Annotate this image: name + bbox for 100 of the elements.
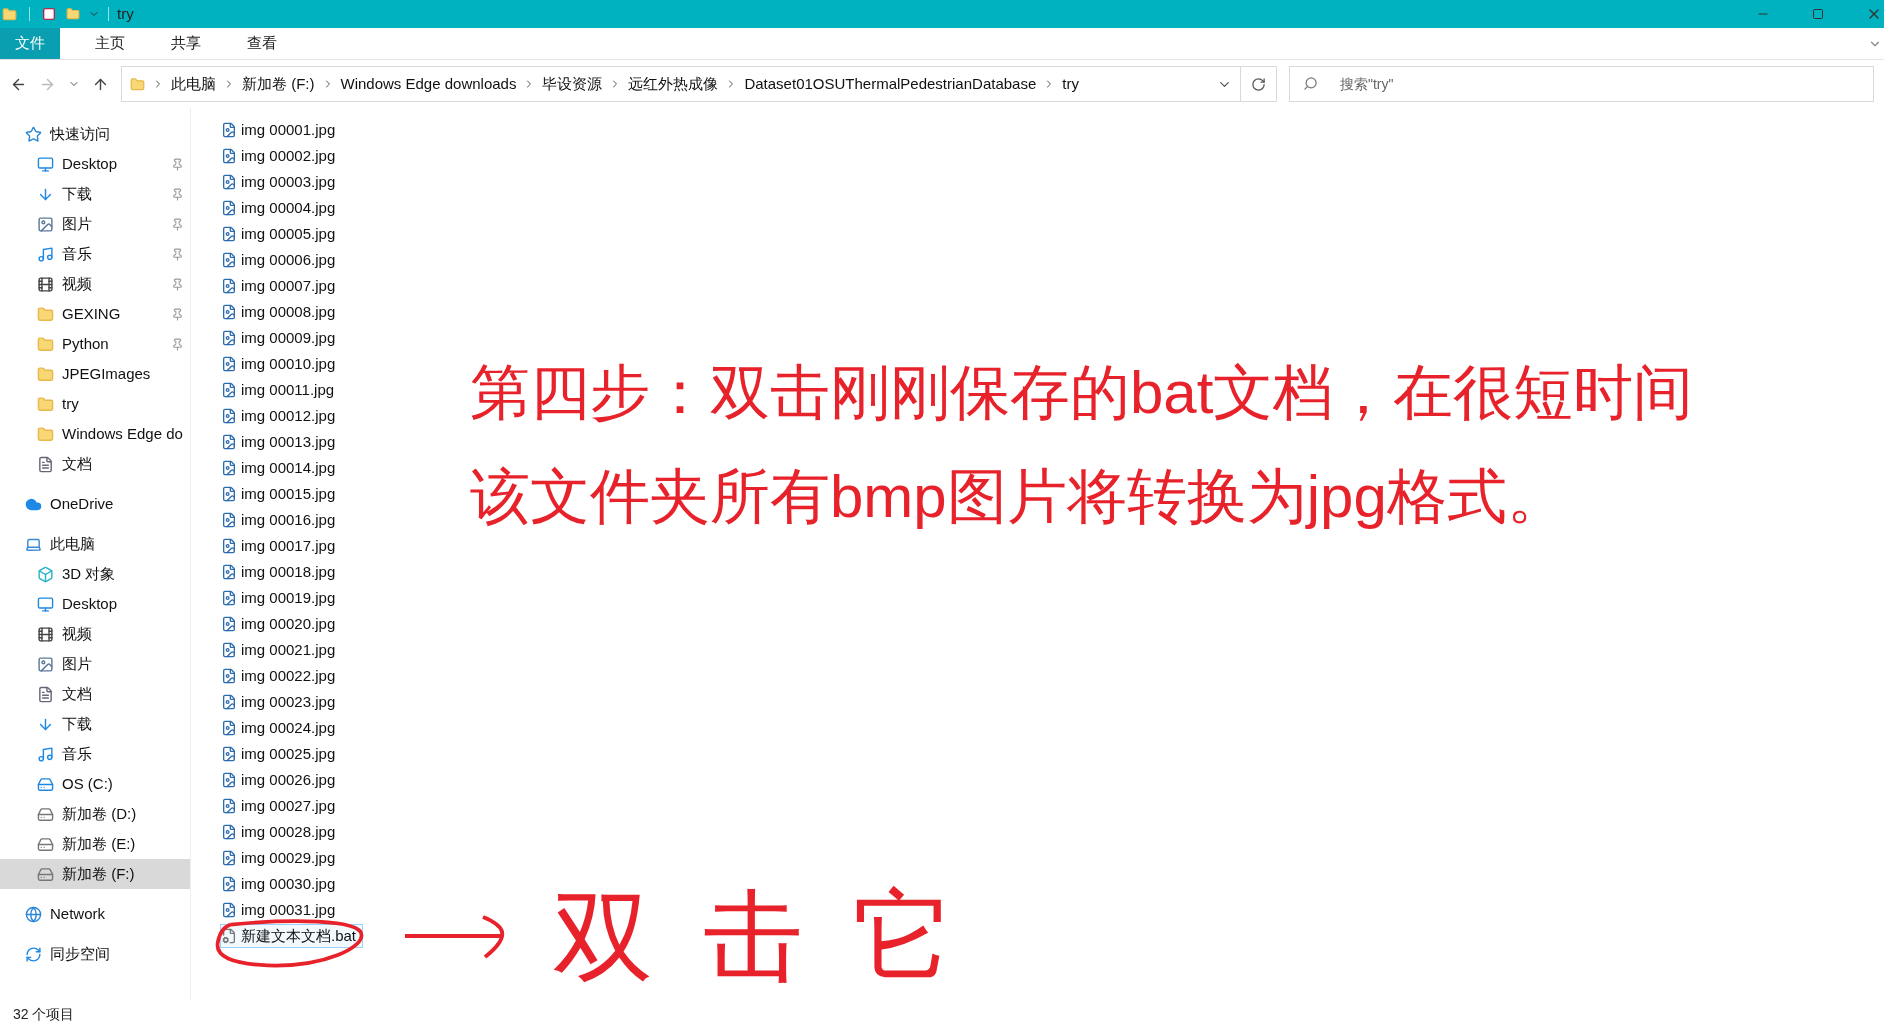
handwritten-note: 双击它 <box>553 886 1004 986</box>
breadcrumb[interactable]: 此电脑 <box>171 72 216 96</box>
nav-item[interactable]: 文档 <box>0 449 190 479</box>
breadcrumb[interactable]: try <box>1062 72 1079 96</box>
nav-item[interactable]: 新加卷 (E:) <box>0 829 190 859</box>
breadcrumb[interactable]: Dataset01OSUThermalPedestrianDatabase <box>744 72 1037 96</box>
music-icon <box>37 245 54 263</box>
file-item[interactable]: img 00020.jpg <box>220 612 343 636</box>
address-bar[interactable]: 此电脑 新加卷 (F:) Windows Edge downloads 毕设资源 远红外热成像 Dataset01OSUThermalPedestrianDatabase try <box>121 66 1241 102</box>
image-icon <box>37 655 54 673</box>
file-item[interactable]: img 00008.jpg <box>220 300 343 324</box>
nav-item[interactable]: 3D 对象 <box>0 559 190 589</box>
image-file-icon <box>221 590 237 606</box>
file-item[interactable]: img 00017.jpg <box>220 534 343 558</box>
breadcrumb[interactable]: 远红外热成像 <box>628 72 719 96</box>
breadcrumb[interactable]: 毕设资源 <box>542 72 603 96</box>
pin-icon[interactable] <box>171 277 184 291</box>
nav-item[interactable]: GEXING <box>0 299 190 329</box>
checkbox-icon[interactable] <box>42 7 56 21</box>
folder-icon[interactable] <box>66 7 80 21</box>
file-item[interactable]: img 00019.jpg <box>220 586 343 610</box>
file-item[interactable]: img 00003.jpg <box>220 170 343 194</box>
folder-icon <box>37 335 54 353</box>
image-file-icon <box>221 330 237 346</box>
annotation-text: 该文件夹所有bmp图片将转换为jpg格式。 <box>470 462 1568 532</box>
breadcrumb[interactable]: 新加卷 (F:) <box>242 72 315 96</box>
file-item[interactable]: img 00013.jpg <box>220 430 343 454</box>
file-item[interactable]: img 00014.jpg <box>220 456 343 480</box>
file-item[interactable]: img 00011.jpg <box>220 378 342 402</box>
nav-item[interactable]: try <box>0 389 190 419</box>
ribbon-tab[interactable]: 查看 <box>232 28 292 59</box>
file-item[interactable]: img 00016.jpg <box>220 508 343 532</box>
image-file-icon <box>221 824 237 840</box>
nav-item[interactable]: 快速访问 <box>0 119 190 149</box>
nav-item[interactable]: Python <box>0 329 190 359</box>
file-item[interactable]: 新建文本文档.bat <box>220 924 364 948</box>
nav-item[interactable]: Desktop <box>0 149 190 179</box>
nav-item[interactable]: JPEGImages <box>0 359 190 389</box>
item-count: 32 个项目 <box>13 1004 75 1024</box>
file-item[interactable]: img 00007.jpg <box>220 274 343 298</box>
file-item[interactable]: img 00031.jpg <box>220 898 343 922</box>
document-icon <box>37 685 54 703</box>
nav-item[interactable]: 视频 <box>0 619 190 649</box>
file-item[interactable]: img 00028.jpg <box>220 820 343 844</box>
drive-icon <box>37 865 54 883</box>
pin-icon[interactable] <box>171 217 184 231</box>
nav-item[interactable]: 新加卷 (D:) <box>0 799 190 829</box>
nav-item[interactable]: 此电脑 <box>0 529 190 559</box>
image-file-icon <box>221 252 237 268</box>
file-item[interactable]: img 00029.jpg <box>220 846 343 870</box>
file-item[interactable]: img 00024.jpg <box>220 716 343 740</box>
file-item[interactable]: img 00009.jpg <box>220 326 343 350</box>
file-item[interactable]: img 00023.jpg <box>220 690 343 714</box>
file-item[interactable]: img 00018.jpg <box>220 560 343 584</box>
pin-icon[interactable] <box>171 247 184 261</box>
ribbon-tab[interactable]: 主页 <box>80 28 140 59</box>
nav-item[interactable]: 音乐 <box>0 739 190 769</box>
image-file-icon <box>221 148 237 164</box>
image-file-icon <box>221 174 237 190</box>
file-item[interactable]: img 00015.jpg <box>220 482 343 506</box>
image-file-icon <box>221 278 237 294</box>
nav-item[interactable]: 图片 <box>0 649 190 679</box>
image-file-icon <box>221 616 237 632</box>
nav-item[interactable]: 下载 <box>0 179 190 209</box>
file-item[interactable]: img 00027.jpg <box>220 794 343 818</box>
image-file-icon <box>221 512 237 528</box>
nav-item[interactable]: OneDrive <box>0 489 190 519</box>
pin-icon[interactable] <box>171 157 184 171</box>
pin-icon[interactable] <box>171 307 184 321</box>
file-item[interactable]: img 00022.jpg <box>220 664 343 688</box>
nav-item[interactable]: OS (C:) <box>0 769 190 799</box>
nav-item[interactable]: 视频 <box>0 269 190 299</box>
file-item[interactable]: img 00010.jpg <box>220 352 343 376</box>
search-field[interactable]: 搜索"try" <box>1289 66 1874 102</box>
file-item[interactable]: img 00006.jpg <box>220 248 343 272</box>
file-item[interactable]: img 00030.jpg <box>220 872 343 896</box>
nav-item[interactable]: 图片 <box>0 209 190 239</box>
file-item[interactable]: img 00021.jpg <box>220 638 343 662</box>
file-item[interactable]: img 00012.jpg <box>220 404 343 428</box>
nav-item[interactable]: 同步空间 <box>0 939 190 969</box>
breadcrumb[interactable]: Windows Edge downloads <box>340 72 517 96</box>
refresh-button[interactable] <box>1241 66 1277 102</box>
nav-item[interactable]: Network <box>0 899 190 929</box>
restore-icon[interactable] <box>1812 8 1824 20</box>
pin-icon[interactable] <box>171 337 184 351</box>
file-item[interactable]: img 00001.jpg <box>220 118 343 142</box>
file-item[interactable]: img 00025.jpg <box>220 742 343 766</box>
file-item[interactable]: img 00026.jpg <box>220 768 343 792</box>
nav-item[interactable]: 下载 <box>0 709 190 739</box>
nav-item[interactable]: 文档 <box>0 679 190 709</box>
nav-item[interactable]: 音乐 <box>0 239 190 269</box>
nav-item[interactable]: Windows Edge do <box>0 419 190 449</box>
nav-item[interactable]: 新加卷 (F:) <box>0 859 190 889</box>
nav-item[interactable]: Desktop <box>0 589 190 619</box>
image-file-icon <box>221 226 237 242</box>
pin-icon[interactable] <box>171 187 184 201</box>
file-item[interactable]: img 00002.jpg <box>220 144 343 168</box>
file-item[interactable]: img 00004.jpg <box>220 196 343 220</box>
ribbon-tab[interactable]: 共享 <box>156 28 216 59</box>
file-item[interactable]: img 00005.jpg <box>220 222 343 246</box>
